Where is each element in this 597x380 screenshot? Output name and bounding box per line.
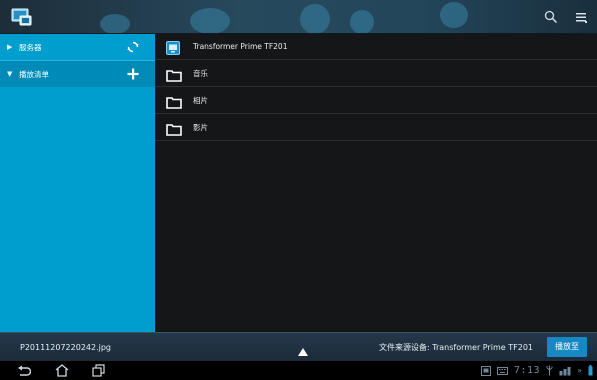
selected-filename: P20111207220242.jpg: [20, 343, 112, 352]
list-item-label: 相片: [193, 96, 208, 105]
battery-icon: [588, 361, 593, 380]
system-nav-bar: 7:13 »: [0, 361, 597, 380]
decor-bubble: [100, 14, 130, 33]
status-area: 7:13 »: [481, 361, 593, 380]
overflow-menu-icon[interactable]: [571, 7, 591, 27]
app-window: ▶ 服务器 ▼ 播放清单 Transformer Prime TF201 音乐 …: [0, 0, 597, 380]
plus-icon[interactable]: [126, 67, 140, 81]
folder-icon: [166, 94, 184, 109]
refresh-icon[interactable]: [126, 40, 140, 54]
screenshot-icon[interactable]: [481, 361, 491, 380]
decor-bubble: [350, 10, 374, 33]
list-item-label: 音乐: [193, 69, 208, 78]
expand-up-icon[interactable]: [297, 342, 309, 356]
now-playing-bar: P20111207220242.jpg 文件来源设备: Transformer …: [0, 332, 597, 361]
content-list: Transformer Prime TF201 音乐 相片 影片: [155, 34, 597, 332]
recent-apps-icon[interactable]: [90, 363, 106, 378]
sidebar-item-servers[interactable]: ▶ 服务器: [0, 34, 155, 60]
sidebar-item-playlist[interactable]: ▼ 播放清单: [0, 61, 155, 87]
action-bar: [0, 0, 597, 34]
list-item-folder-photos[interactable]: 相片: [155, 88, 597, 114]
play-to-button[interactable]: 播放至: [547, 337, 587, 357]
sidebar-item-label: 服务器: [19, 42, 42, 52]
network-icon: [559, 361, 571, 380]
media-app-icon[interactable]: [11, 6, 33, 28]
folder-icon: [166, 67, 184, 82]
decor-bubble: [440, 2, 468, 28]
keyboard-icon[interactable]: [497, 361, 508, 380]
back-icon[interactable]: [16, 363, 32, 378]
sidebar: ▶ 服务器 ▼ 播放清单: [0, 34, 155, 332]
home-icon[interactable]: [54, 363, 70, 378]
action-bar-actions: [541, 0, 591, 33]
list-item-label: 影片: [193, 123, 208, 132]
expand-arrow-icon: ▶: [7, 43, 13, 51]
sidebar-item-label: 播放清单: [19, 69, 49, 79]
list-item-device[interactable]: Transformer Prime TF201: [155, 34, 597, 60]
decor-bubble: [300, 4, 330, 33]
search-icon[interactable]: [541, 7, 561, 27]
folder-icon: [166, 121, 184, 136]
usb-icon: [546, 361, 553, 380]
list-item-folder-music[interactable]: 音乐: [155, 61, 597, 87]
more-chevron-icon: »: [577, 366, 582, 375]
decor-bubble: [190, 8, 230, 33]
list-item-folder-videos[interactable]: 影片: [155, 115, 597, 141]
device-icon: [166, 40, 184, 55]
clock: 7:13: [514, 365, 541, 376]
collapse-arrow-icon: ▼: [7, 70, 13, 78]
list-item-label: Transformer Prime TF201: [193, 42, 288, 51]
source-device-label: 文件来源设备: Transformer Prime TF201: [379, 343, 533, 352]
